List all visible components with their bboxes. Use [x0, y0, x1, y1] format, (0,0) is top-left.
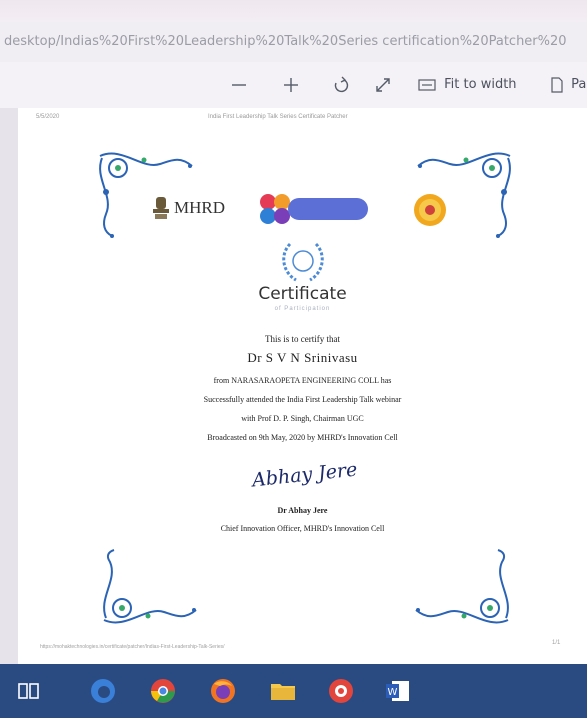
signer-title: Chief Innovation Officer, MHRD's Innovat… — [220, 524, 385, 533]
institute-seal-icon — [414, 194, 446, 226]
page-view-label: Pa — [571, 77, 587, 92]
rotate-button[interactable] — [330, 74, 352, 96]
signer-name: Dr Abhay Jere — [277, 506, 328, 515]
fullscreen-button[interactable] — [372, 74, 394, 96]
signature-text: Abhay Jere — [251, 458, 359, 492]
word-icon: W — [386, 681, 409, 701]
fit-to-width-label: Fit to width — [444, 77, 517, 92]
attended-line: Successfully attended the India First Le… — [203, 395, 402, 404]
institution-line: from NARASARAOPETA ENGINEERING COLL has — [213, 376, 392, 385]
app-button[interactable] — [326, 676, 356, 706]
corner-ornament-top-left — [99, 152, 193, 238]
certify-intro: This is to certify that — [265, 334, 340, 344]
page-icon — [551, 76, 563, 93]
edge-browser-button[interactable] — [88, 676, 118, 706]
svg-text:W: W — [388, 687, 398, 698]
word-button[interactable]: W — [382, 676, 412, 706]
innovation-cell-logo — [258, 192, 372, 228]
laurel-wreath-icon — [282, 242, 324, 282]
emblem-icon — [153, 197, 169, 219]
certificate-subtitle: of Participation — [274, 306, 331, 312]
print-footer-url: https://mohaktechnologies.in/certificate… — [40, 644, 225, 650]
firefox-button[interactable] — [208, 676, 238, 706]
firefox-icon — [211, 679, 235, 703]
innovation-cell-icon — [260, 194, 290, 224]
corner-ornament-bottom-right — [415, 549, 509, 624]
app-icon — [329, 679, 353, 703]
taskbar: W — [0, 664, 587, 718]
print-header-date: 5/5/2020 — [36, 114, 60, 120]
broadcast-line: Broadcasted on 9th May, 2020 by MHRD's I… — [207, 433, 398, 442]
plus-icon — [284, 78, 298, 92]
file-explorer-button[interactable] — [268, 676, 298, 706]
rotate-icon — [334, 76, 349, 93]
fit-to-width-button[interactable]: Fit to width — [418, 74, 530, 96]
window-top-strip — [0, 0, 587, 22]
zoom-in-button[interactable] — [280, 74, 302, 96]
certificate-title: Certificate — [258, 284, 347, 304]
page-view-button[interactable]: Pa — [550, 74, 587, 96]
address-bar[interactable]: desktop/Indias%20First%20Leadership%20Ta… — [0, 22, 587, 62]
chrome-button[interactable] — [148, 676, 178, 706]
signature: Abhay Jere — [248, 458, 359, 496]
chrome-icon — [151, 679, 175, 703]
url-text[interactable]: desktop/Indias%20First%20Leadership%20Ta… — [4, 34, 567, 49]
task-view-icon — [18, 683, 39, 699]
innovation-cell-banner — [288, 198, 368, 220]
print-header-title: India First Leadership Talk Series Certi… — [208, 114, 348, 120]
task-view-button[interactable] — [14, 676, 44, 706]
print-footer-page: 1/1 — [552, 640, 561, 646]
expand-icon — [376, 78, 390, 92]
certificate-page: 5/5/2020 India First Leadership Talk Ser… — [18, 108, 587, 664]
zoom-out-button[interactable] — [228, 74, 250, 96]
fit-width-icon — [418, 78, 436, 91]
pdf-toolbar: Fit to width Pa — [0, 62, 587, 108]
mhrd-logo-text: MHRD — [174, 198, 226, 217]
corner-ornament-bottom-left — [103, 549, 197, 624]
edge-icon — [91, 679, 115, 703]
minus-icon — [232, 84, 246, 86]
speaker-line: with Prof D. P. Singh, Chairman UGC — [241, 414, 364, 423]
recipient-name: Dr S V N Srinivasu — [247, 350, 358, 365]
folder-icon — [271, 684, 295, 700]
